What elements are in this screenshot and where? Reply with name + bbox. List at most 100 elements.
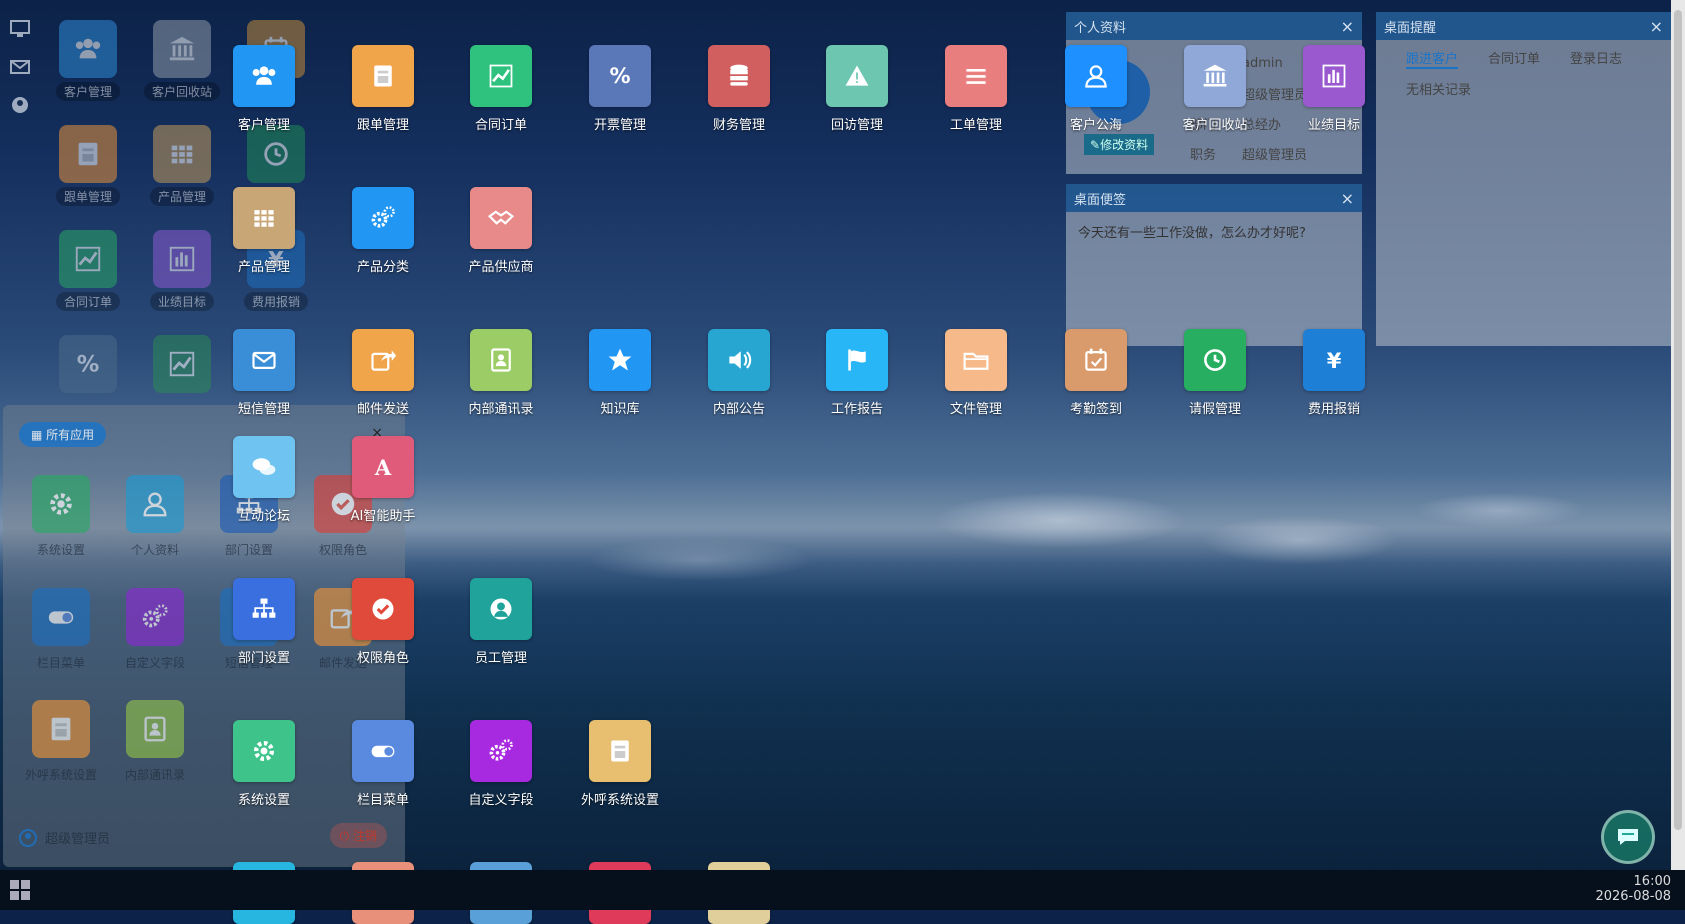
panel-app-tile[interactable] <box>32 700 90 758</box>
desktop-app[interactable]: 员工管理 <box>446 578 556 666</box>
user-circle-icon[interactable] <box>10 96 30 114</box>
panel-app-tile[interactable] <box>126 475 184 533</box>
page-scrollbar[interactable] <box>1671 0 1685 870</box>
app-tile[interactable] <box>589 329 651 391</box>
panel-app[interactable]: 系统设置 <box>14 475 108 558</box>
desktop-app[interactable]: 短信管理 <box>209 329 319 417</box>
desktop-app[interactable]: 外呼系统设置 <box>565 720 675 808</box>
app-tile[interactable] <box>233 329 295 391</box>
app-tile[interactable] <box>233 720 295 782</box>
all-apps-tab[interactable]: ▦ 所有应用 <box>19 422 107 447</box>
app-tile[interactable] <box>1184 329 1246 391</box>
app-tile[interactable] <box>352 329 414 391</box>
desktop-app[interactable]: 考勤签到 <box>1041 329 1151 417</box>
close-icon[interactable]: × <box>1650 17 1663 36</box>
desktop-app[interactable]: 工作报告 <box>802 329 912 417</box>
app-tile[interactable] <box>352 578 414 640</box>
panel-app[interactable]: 自定义字段 <box>108 588 202 671</box>
app-tile[interactable] <box>233 187 295 249</box>
envelope-icon[interactable] <box>10 58 30 76</box>
tab-follow-customer[interactable]: 跟进客户 <box>1406 48 1459 69</box>
desktop-app[interactable]: 知识库 <box>565 329 675 417</box>
desktop-app[interactable]: 互动论坛 <box>209 436 319 524</box>
desktop-app[interactable]: 产品管理 <box>209 187 319 275</box>
app-tile[interactable] <box>589 720 651 782</box>
desktop-app[interactable]: 财务管理 <box>684 45 794 133</box>
app-tile[interactable] <box>470 329 532 391</box>
desktop-app[interactable]: 内部公告 <box>684 329 794 417</box>
desktop-app[interactable]: 产品分类 <box>328 187 438 275</box>
app-tile[interactable] <box>352 187 414 249</box>
app-tile[interactable] <box>826 329 888 391</box>
app-tile[interactable] <box>352 45 414 107</box>
app-tile[interactable] <box>352 720 414 782</box>
app-tile[interactable] <box>470 578 532 640</box>
desktop-app[interactable]: 系统设置 <box>209 720 319 808</box>
tab-contract-order[interactable]: 合同订单 <box>1488 48 1540 69</box>
desktop-app[interactable]: 文件管理 <box>921 329 1031 417</box>
profile-row: 职务 超级管理员 <box>1190 138 1307 168</box>
desktop-app[interactable]: 业绩目标 <box>1279 45 1389 133</box>
note-text[interactable]: 今天还有一些工作没做，怎么办才好呢? <box>1066 212 1362 251</box>
desktop-app[interactable]: ¥ 费用报销 <box>1279 329 1389 417</box>
app-tile[interactable] <box>470 187 532 249</box>
panel-app[interactable]: 个人资料 <box>108 475 202 558</box>
app-tile[interactable] <box>945 329 1007 391</box>
desktop-app[interactable]: 客户回收站 <box>1160 45 1270 133</box>
volume-icon <box>729 351 752 369</box>
desktop-app[interactable]: 邮件发送 <box>328 329 438 417</box>
panel-app-tile[interactable] <box>32 588 90 646</box>
scrollbar-thumb[interactable] <box>1674 10 1682 830</box>
windows-start-icon[interactable] <box>10 880 30 900</box>
desktop-app[interactable]: A AI智能助手 <box>328 436 438 524</box>
desktop-app[interactable]: 内部通讯录 <box>446 329 556 417</box>
desktop-app[interactable]: % 开票管理 <box>565 45 675 133</box>
desktop-app[interactable]: 客户公海 <box>1041 45 1151 133</box>
edit-profile-button[interactable]: ✎修改资料 <box>1084 134 1155 155</box>
chat-button[interactable] <box>1601 810 1655 864</box>
taskbar-clock[interactable]: 16:00 2026-08-08 <box>1595 874 1671 904</box>
desktop-app[interactable]: 自定义字段 <box>446 720 556 808</box>
logout-button[interactable]: ⏻ 注销 <box>329 823 387 848</box>
profile-key: 职务 <box>1190 147 1217 163</box>
app-tile[interactable] <box>1303 45 1365 107</box>
close-icon[interactable]: × <box>1341 189 1354 208</box>
app-tile[interactable] <box>1065 329 1127 391</box>
desktop-app[interactable]: 产品供应商 <box>446 187 556 275</box>
tab-login-log[interactable]: 登录日志 <box>1570 48 1622 69</box>
panel-app-tile[interactable] <box>126 588 184 646</box>
panel-app[interactable]: 栏目菜单 <box>14 588 108 671</box>
clock-icon <box>1204 349 1226 371</box>
app-tile[interactable] <box>1184 45 1246 107</box>
app-tile[interactable]: A <box>352 436 414 498</box>
panel-app[interactable]: 内部通讯录 <box>108 700 202 783</box>
app-tile[interactable] <box>826 45 888 107</box>
desktop-app[interactable]: 跟单管理 <box>328 45 438 133</box>
app-tile[interactable] <box>708 45 770 107</box>
desktop-app[interactable]: 请假管理 <box>1160 329 1270 417</box>
desktop-app[interactable]: 工单管理 <box>921 45 1031 133</box>
close-icon[interactable]: × <box>1341 17 1354 36</box>
panel-app-tile[interactable] <box>32 475 90 533</box>
desktop-app[interactable]: 部门设置 <box>209 578 319 666</box>
monitor-icon[interactable] <box>10 20 30 38</box>
app-tile[interactable] <box>945 45 1007 107</box>
app-tile[interactable]: ¥ <box>1303 329 1365 391</box>
app-label: AI智能助手 <box>350 509 416 524</box>
panel-app-tile[interactable] <box>126 700 184 758</box>
app-tile[interactable] <box>708 329 770 391</box>
app-tile[interactable] <box>470 45 532 107</box>
app-tile[interactable] <box>233 436 295 498</box>
app-tile[interactable] <box>233 45 295 107</box>
desktop-app[interactable]: 合同订单 <box>446 45 556 133</box>
app-tile[interactable] <box>470 720 532 782</box>
app-tile[interactable]: % <box>589 45 651 107</box>
cogs-icon <box>142 604 168 628</box>
app-tile[interactable] <box>1065 45 1127 107</box>
panel-app[interactable]: 外呼系统设置 <box>14 700 108 783</box>
desktop-app[interactable]: 权限角色 <box>328 578 438 666</box>
app-tile[interactable] <box>233 578 295 640</box>
desktop-app[interactable]: 栏目菜单 <box>328 720 438 808</box>
desktop-app[interactable]: 客户管理 <box>209 45 319 133</box>
desktop-app[interactable]: 回访管理 <box>802 45 912 133</box>
